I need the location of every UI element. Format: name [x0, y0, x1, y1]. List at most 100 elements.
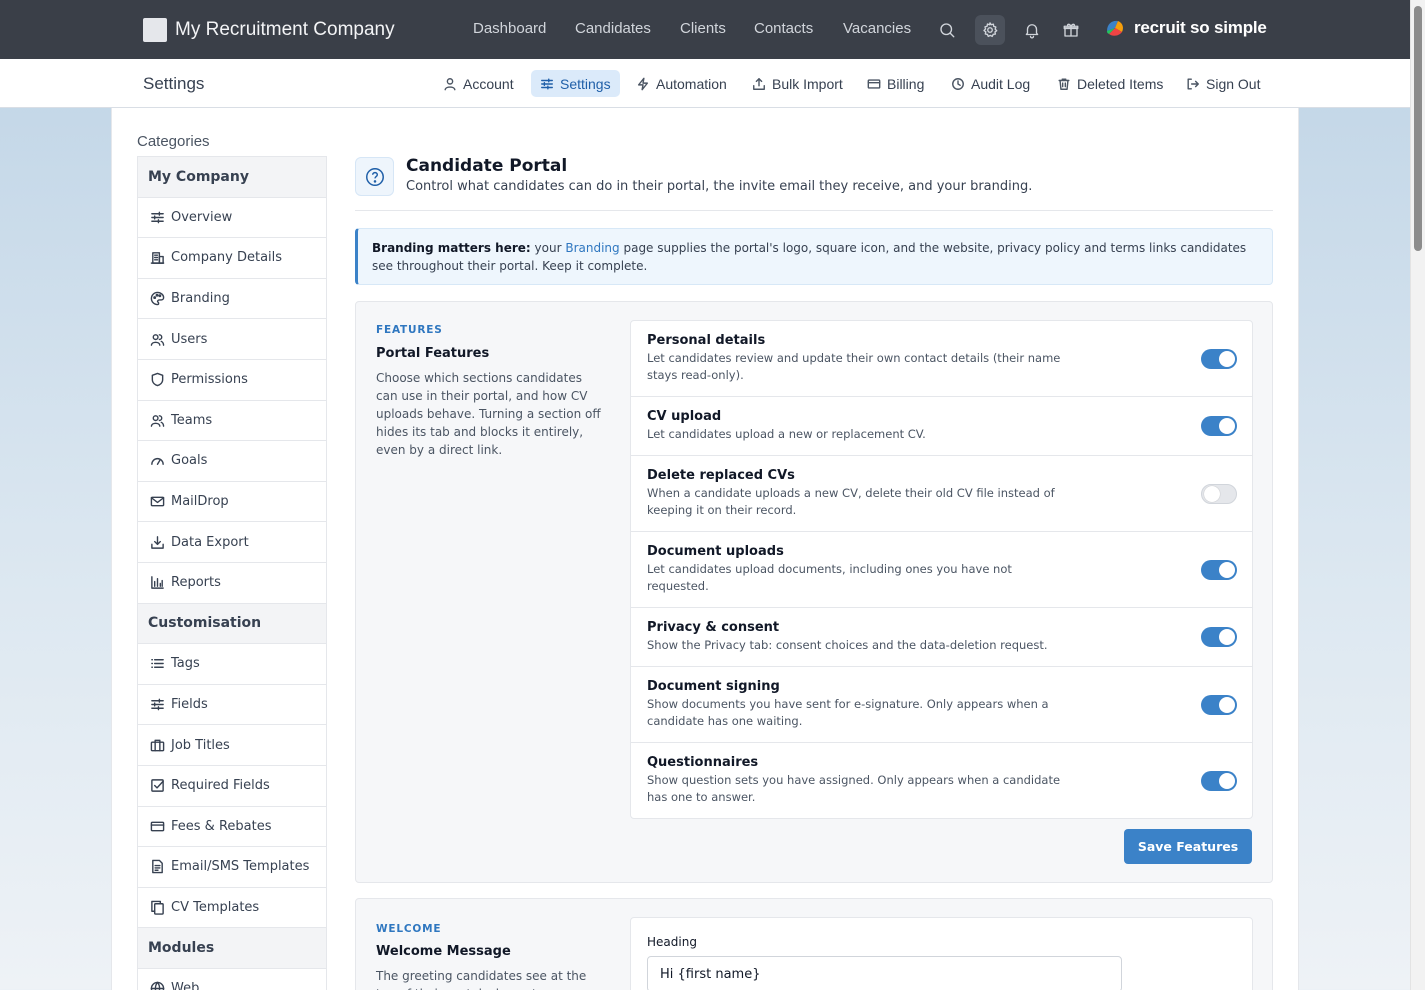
- briefcase-icon: [150, 739, 165, 751]
- sidebar-item-job-titles[interactable]: Job Titles: [138, 725, 326, 766]
- feature-row-document-uploads: Document uploads Let candidates upload d…: [631, 532, 1252, 608]
- subnav-label: Sign Out: [1206, 75, 1261, 92]
- card-icon: [867, 78, 881, 89]
- nav-clients[interactable]: Clients: [680, 19, 726, 39]
- sliders-icon: [151, 211, 164, 224]
- sidebar-item-data-export[interactable]: Data Export: [138, 522, 326, 563]
- subnav-bulk-import[interactable]: Bulk Import: [743, 70, 852, 97]
- sidebar-item-fees-rebates[interactable]: Fees & Rebates: [138, 806, 326, 848]
- sidebar-item-required-fields[interactable]: Required Fields: [138, 765, 326, 807]
- privacy-consent-toggle[interactable]: [1201, 627, 1237, 647]
- subnav-label: Account: [463, 75, 514, 92]
- features-card: FEATURES Portal Features Choose which se…: [355, 301, 1273, 883]
- bell-icon[interactable]: [1017, 15, 1047, 45]
- feature-description: When a candidate uploads a new CV, delet…: [647, 486, 1055, 517]
- feature-title: Privacy & consent: [647, 620, 780, 635]
- welcome-eyebrow: WELCOME: [376, 923, 442, 935]
- page-section-title: Settings: [143, 74, 205, 93]
- subnav-audit-log[interactable]: Audit Log: [942, 70, 1039, 97]
- feature-row-delete-replaced-cvs: Delete replaced CVs When a candidate upl…: [631, 456, 1252, 532]
- upload-icon: [753, 77, 765, 90]
- sign-out-icon: [1187, 77, 1199, 90]
- sidebar-item-company-details[interactable]: Company Details: [138, 238, 326, 279]
- sidebar-item-overview[interactable]: Overview: [138, 197, 326, 239]
- nav-candidates[interactable]: Candidates: [575, 19, 651, 39]
- sidebar-item-fields[interactable]: Fields: [138, 684, 326, 726]
- subnav-deleted-items[interactable]: Deleted Items: [1048, 70, 1172, 97]
- sidebar-item-tags[interactable]: Tags: [138, 644, 326, 685]
- feature-title: Delete replaced CVs: [647, 468, 795, 483]
- sidebar-item-web[interactable]: Web: [138, 968, 326, 990]
- sidebar-item-teams[interactable]: Teams: [138, 400, 326, 442]
- nav-vacancies[interactable]: Vacancies: [843, 19, 911, 39]
- heading-input[interactable]: [647, 956, 1122, 990]
- feature-row-cv-upload: CV upload Let candidates upload a new or…: [631, 397, 1252, 456]
- document-signing-toggle[interactable]: [1201, 694, 1237, 715]
- user-icon: [444, 77, 456, 90]
- search-icon[interactable]: [932, 15, 962, 45]
- welcome-title: Welcome Message: [376, 944, 511, 959]
- gift-icon[interactable]: [1056, 15, 1086, 45]
- feature-row-questionnaires: Questionnaires Show question sets you ha…: [631, 743, 1252, 818]
- shield-icon: [151, 372, 164, 387]
- features-eyebrow: FEATURES: [376, 324, 443, 336]
- subnav-automation[interactable]: Automation: [627, 70, 736, 97]
- feature-description: Show question sets you have assigned. On…: [647, 773, 1061, 804]
- mail-icon: [150, 496, 165, 507]
- sidebar-group-my-company: My Company: [138, 157, 326, 198]
- brand-name: recruit so simple: [1134, 18, 1267, 37]
- questionnaires-toggle[interactable]: [1201, 770, 1237, 791]
- sidebar-item-email-sms-templates[interactable]: Email/SMS Templates: [138, 847, 326, 888]
- checkbox-icon: [151, 779, 164, 793]
- scrollbar-thumb[interactable]: [1414, 6, 1422, 251]
- sidebar-item-branding[interactable]: Branding: [138, 278, 326, 320]
- heading-label: Heading: [647, 935, 697, 949]
- feature-title: CV upload: [647, 409, 722, 424]
- subnav-settings[interactable]: Settings: [531, 70, 620, 97]
- globe-icon: [150, 981, 165, 990]
- subnav-billing[interactable]: Billing: [858, 70, 933, 97]
- welcome-description: The greeting candidates see at the top o…: [376, 969, 587, 990]
- page-scrollbar[interactable]: [1410, 0, 1425, 990]
- nav-contacts[interactable]: Contacts: [754, 19, 813, 39]
- subnav-sign-out[interactable]: Sign Out: [1177, 70, 1269, 97]
- welcome-form: Heading: [630, 917, 1253, 990]
- feature-description: Let candidates upload a new or replaceme…: [647, 427, 926, 441]
- help-icon: [355, 157, 394, 196]
- sidebar-item-maildrop[interactable]: MailDrop: [138, 481, 326, 523]
- sidebar-item-cv-templates[interactable]: CV Templates: [138, 887, 326, 929]
- subnav-account[interactable]: Account: [434, 70, 523, 97]
- personal-details-toggle[interactable]: [1201, 348, 1237, 369]
- company-name[interactable]: My Recruitment Company: [175, 18, 395, 42]
- subnav-label: Billing: [887, 75, 925, 92]
- feature-row-document-signing: Document signing Show documents you have…: [631, 667, 1252, 743]
- feature-title: Document signing: [647, 679, 780, 694]
- gear-icon[interactable]: [975, 15, 1005, 45]
- sidebar-item-goals[interactable]: Goals: [138, 441, 326, 482]
- brand-mark-icon: [1104, 17, 1126, 39]
- settings-sidebar: My Company Overview Company Details Bran…: [137, 156, 327, 990]
- features-title: Portal Features: [376, 346, 490, 361]
- team-icon: [150, 414, 165, 427]
- save-features-button[interactable]: Save Features: [1124, 829, 1252, 864]
- building-icon: [150, 252, 165, 265]
- notice-text-pre: your: [530, 241, 566, 255]
- users-icon: [150, 333, 165, 346]
- feature-list: Personal details Let candidates review a…: [630, 320, 1253, 819]
- subnav-label: Deleted Items: [1077, 75, 1164, 92]
- list-icon: [151, 659, 164, 669]
- sliders-icon: [541, 77, 553, 90]
- top-navbar: My Recruitment Company Dashboard Candida…: [0, 0, 1425, 59]
- document-uploads-toggle[interactable]: [1201, 559, 1237, 580]
- sidebar-item-reports[interactable]: Reports: [138, 562, 326, 604]
- delete-replaced-cvs-toggle[interactable]: [1201, 483, 1237, 504]
- copy-icon: [151, 900, 164, 915]
- cv-upload-toggle[interactable]: [1201, 416, 1237, 436]
- subnav-label: Audit Log: [971, 75, 1031, 92]
- subnav-label: Automation: [656, 75, 727, 92]
- sidebar-item-users[interactable]: Users: [138, 319, 326, 360]
- feature-description: Show documents you have sent for e-signa…: [647, 697, 1049, 728]
- sidebar-item-permissions[interactable]: Permissions: [138, 359, 326, 401]
- branding-link[interactable]: Branding: [565, 241, 619, 255]
- nav-dashboard[interactable]: Dashboard: [473, 19, 546, 39]
